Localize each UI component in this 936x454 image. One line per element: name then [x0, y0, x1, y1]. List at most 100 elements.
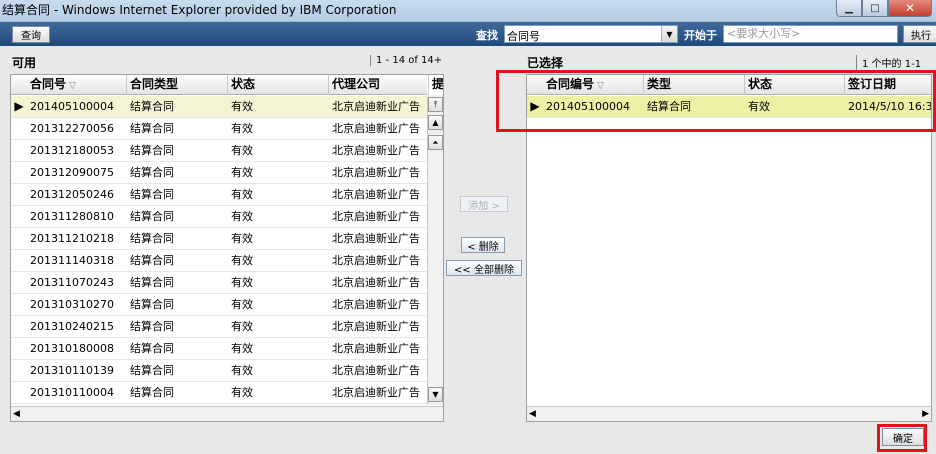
table-cell: 有效 — [231, 276, 253, 289]
column-contract-no[interactable]: 合同号 ▽ — [27, 75, 127, 95]
find-label: 查找 — [476, 29, 498, 42]
ok-button[interactable]: 确定 — [882, 428, 924, 446]
table-cell: 201310180008 — [30, 342, 114, 355]
table-row[interactable]: 201310110139 结算合同 有效 北京启迪新业广告 — [11, 360, 427, 382]
table-cell: 有效 — [231, 166, 253, 179]
table-cell: 结算合同 — [130, 298, 174, 311]
column-extra[interactable]: 提 — [429, 75, 443, 95]
table-cell: 结算合同 — [130, 144, 174, 157]
table-cell: 结算合同 — [130, 320, 174, 333]
table-row[interactable]: 201311140318 结算合同 有效 北京启迪新业广告 — [11, 250, 427, 272]
add-button[interactable]: 添加 > — [460, 196, 508, 212]
table-cell: 201312270056 — [30, 122, 114, 135]
table-row[interactable]: ▶ 201405100004 结算合同 有效 北京启迪新业广告 — [11, 96, 427, 118]
table-cell: 有效 — [231, 232, 253, 245]
table-cell: 有效 — [231, 122, 253, 135]
table-cell: 有效 — [231, 298, 253, 311]
table-cell: 结算合同 — [130, 100, 174, 113]
search-toolbar: 查询 查找 合同号 ▼ 开始于 <要求大小写> 执行 — [0, 22, 936, 46]
table-cell: 结算合同 — [130, 276, 174, 289]
table-cell: 北京启迪新业广告 — [332, 210, 420, 223]
column-contract-type[interactable]: 合同类型 — [127, 75, 228, 95]
table-cell: 201312090075 — [30, 166, 114, 179]
table-row[interactable]: 201312090075 结算合同 有效 北京启迪新业广告 — [11, 162, 427, 184]
table-cell: 结算合同 — [130, 188, 174, 201]
scroll-down-icon[interactable]: ▼ — [428, 387, 443, 402]
table-cell: 有效 — [231, 188, 253, 201]
available-count: 1 - 14 of 14+ — [370, 55, 442, 66]
window-title: 结算合同 - Windows Internet Explorer provide… — [2, 3, 397, 17]
close-icon[interactable]: ✕ — [888, 0, 932, 17]
table-cell: 201310240215 — [30, 320, 114, 333]
table-cell: 有效 — [231, 342, 253, 355]
highlight-box-selected — [496, 70, 936, 132]
query-button[interactable]: 查询 — [12, 26, 50, 43]
table-cell: 有效 — [231, 364, 253, 377]
sort-icon: ▽ — [69, 81, 76, 91]
selected-horizontal-scrollbar[interactable]: ◀ ▶ — [527, 406, 931, 421]
window-controls: ▁ □ ✕ — [836, 0, 932, 18]
selected-count: 1 个中的 1-1 — [856, 55, 921, 70]
column-status[interactable]: 状态 — [228, 75, 329, 95]
table-cell: 北京启迪新业广告 — [332, 276, 420, 289]
table-cell: 201312180053 — [30, 144, 114, 157]
row-marker-icon: ▶ — [14, 99, 24, 113]
find-field-value: 合同号 — [507, 30, 540, 43]
execute-button[interactable]: 执行 — [903, 25, 936, 43]
available-vertical-scrollbar[interactable]: ⤒ ▲ ⏶ ▼ — [427, 95, 443, 405]
scroll-left-icon[interactable]: ◀ — [529, 409, 536, 419]
table-row[interactable]: 201311210218 结算合同 有效 北京启迪新业广告 — [11, 228, 427, 250]
table-cell: 结算合同 — [130, 254, 174, 267]
table-cell: 有效 — [231, 210, 253, 223]
table-row[interactable]: 201310110004 结算合同 有效 北京启迪新业广告 — [11, 382, 427, 404]
table-cell: 北京启迪新业广告 — [332, 144, 420, 157]
table-cell: 北京启迪新业广告 — [332, 188, 420, 201]
table-row[interactable]: 201310240215 结算合同 有效 北京启迪新业广告 — [11, 316, 427, 338]
table-cell: 北京启迪新业广告 — [332, 122, 420, 135]
minimize-icon[interactable]: ▁ — [836, 0, 862, 17]
scroll-up-icon[interactable]: ▲ — [428, 115, 443, 130]
table-cell: 有效 — [231, 254, 253, 267]
scroll-right-icon[interactable]: ▶ — [922, 409, 929, 419]
table-cell: 有效 — [231, 320, 253, 333]
column-agency[interactable]: 代理公司 — [329, 75, 429, 95]
table-cell: 北京启迪新业广告 — [332, 364, 420, 377]
table-cell: 有效 — [231, 144, 253, 157]
table-cell: 201311070243 — [30, 276, 114, 289]
available-title: 可用 — [12, 56, 37, 70]
scroll-page-up-icon[interactable]: ⏶ — [428, 135, 443, 150]
scroll-left-icon[interactable]: ◀ — [13, 409, 20, 419]
start-input[interactable]: <要求大小写> — [723, 25, 898, 43]
table-cell: 201310310270 — [30, 298, 114, 311]
table-cell: 北京启迪新业广告 — [332, 254, 420, 267]
available-horizontal-scrollbar[interactable]: ◀ — [11, 406, 443, 421]
chevron-down-icon[interactable]: ▼ — [661, 26, 677, 42]
table-cell: 北京启迪新业广告 — [332, 386, 420, 399]
table-cell: 结算合同 — [130, 232, 174, 245]
remove-all-button[interactable]: << 全部删除 — [446, 260, 522, 276]
table-cell: 北京启迪新业广告 — [332, 232, 420, 245]
table-cell: 北京启迪新业广告 — [332, 166, 420, 179]
table-cell: 结算合同 — [130, 342, 174, 355]
table-row[interactable]: 201312050246 结算合同 有效 北京启迪新业广告 — [11, 184, 427, 206]
remove-button[interactable]: < 删除 — [461, 237, 505, 253]
table-cell: 北京启迪新业广告 — [332, 298, 420, 311]
start-label: 开始于 — [684, 29, 717, 42]
table-row[interactable]: 201310180008 结算合同 有效 北京启迪新业广告 — [11, 338, 427, 360]
table-cell: 结算合同 — [130, 166, 174, 179]
table-cell: 北京启迪新业广告 — [332, 320, 420, 333]
scroll-top-icon[interactable]: ⤒ — [428, 97, 443, 112]
table-cell: 结算合同 — [130, 210, 174, 223]
available-grid-header: 合同号 ▽ 合同类型 状态 代理公司 提 — [11, 75, 443, 95]
table-cell: 201310110004 — [30, 386, 114, 399]
table-cell: 北京启迪新业广告 — [332, 342, 420, 355]
find-field-select[interactable]: 合同号 ▼ — [504, 25, 678, 43]
table-row[interactable]: 201311280810 结算合同 有效 北京启迪新业广告 — [11, 206, 427, 228]
maximize-icon[interactable]: □ — [862, 0, 888, 17]
window-titlebar: 结算合同 - Windows Internet Explorer provide… — [0, 0, 936, 22]
table-row[interactable]: 201312270056 结算合同 有效 北京启迪新业广告 — [11, 118, 427, 140]
available-grid: 合同号 ▽ 合同类型 状态 代理公司 提 ▶ 201405100004 结算合同 有效北… — [10, 74, 444, 422]
table-row[interactable]: 201312180053 结算合同 有效 北京启迪新业广告 — [11, 140, 427, 162]
table-row[interactable]: 201310310270 结算合同 有效 北京启迪新业广告 — [11, 294, 427, 316]
table-row[interactable]: 201311070243 结算合同 有效 北京启迪新业广告 — [11, 272, 427, 294]
